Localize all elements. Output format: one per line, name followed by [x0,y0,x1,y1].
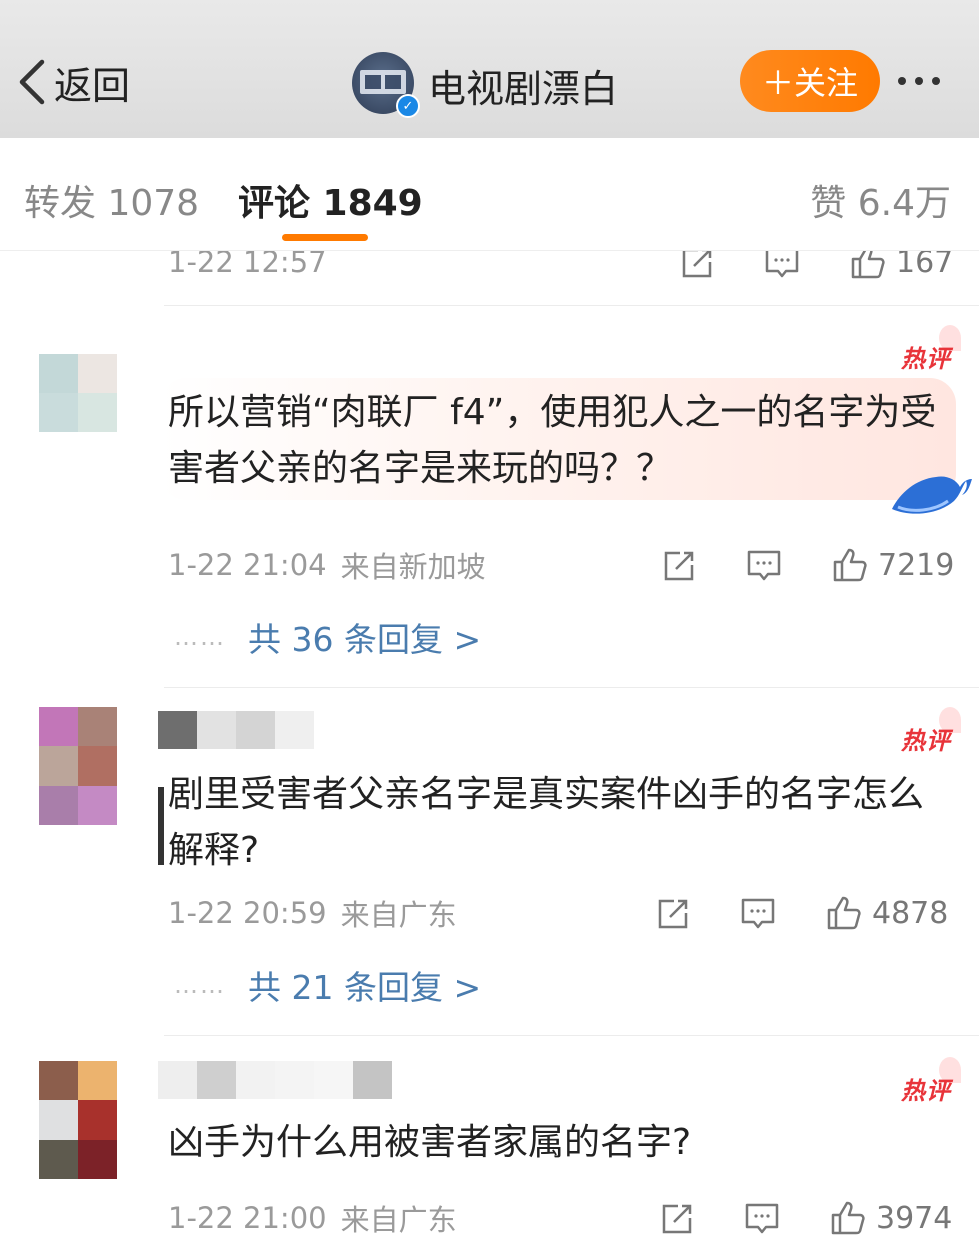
comment-meta: 1-22 21:04 来自新加坡 [168,545,486,585]
share-icon [664,551,694,581]
avatar[interactable] [39,354,117,432]
comment-button[interactable] [744,545,784,585]
share-button[interactable] [676,251,716,282]
tab-comments[interactable]: 评论 1849 [238,174,423,226]
username-redacted [158,711,314,749]
comment-time: 1-22 12:57 [168,251,327,279]
comment-location: 来自广东 [340,1203,457,1237]
more-icon[interactable] [898,66,958,96]
like-count: 3974 [876,1200,953,1236]
verified-icon: ✓ [396,94,420,118]
comment-meta: 1-22 12:57 [168,251,327,282]
back-button[interactable]: 返回 [14,52,130,112]
like-icon [851,251,885,279]
divider [164,1035,979,1036]
comment-location: 来自新加坡 [340,550,486,584]
tab-bar: 转发 1078 评论 1849 赞 6.4万 [0,138,979,251]
comment-icon [745,1203,779,1234]
comment-icon [741,898,775,929]
like-count: 167 [896,251,954,280]
like-button[interactable]: 3974 [828,1198,952,1238]
tab-likes[interactable]: 赞 6.4万 [810,174,951,226]
comment-time: 1-22 20:59 [168,896,327,930]
redaction-bar [158,787,164,865]
comment-button[interactable] [762,251,802,282]
avatar[interactable] [39,707,117,825]
active-tab-indicator [282,234,368,241]
hot-comment-badge: 热评 [901,1057,961,1106]
divider [164,687,979,688]
share-icon [682,251,712,278]
comment-meta: 1-22 21:00 来自广东 [168,1198,457,1238]
comment-text: 凶手为什么用被害者家属的名字? [168,1122,692,1163]
share-button[interactable] [652,893,692,933]
comment-time: 1-22 21:04 [168,548,327,582]
chevron-left-icon [19,59,45,105]
comment-location: 来自广东 [340,898,457,932]
view-replies-link[interactable]: …… 共 21 条回复 > [174,963,481,1007]
like-icon [827,896,861,930]
like-icon [831,1201,865,1235]
share-button[interactable] [658,545,698,585]
comment-text: 剧里受害者父亲名字是真实案件凶手的名字怎么解释? [168,774,925,871]
comment-time: 1-22 21:00 [168,1201,327,1235]
comment-list: 1-22 12:57 167 热评 所以营销“肉联厂 f4”，使用犯人之一的名字… [0,251,979,1259]
replies-link-text: 共 36 条回复 > [248,620,482,659]
share-icon [662,1204,692,1234]
replies-dots: …… [174,971,226,999]
replies-dots: …… [174,623,226,651]
comment-button[interactable] [742,1198,782,1238]
share-icon [658,899,688,929]
replies-link-text: 共 21 条回复 > [248,968,482,1007]
like-button[interactable]: 167 [848,251,953,282]
back-label: 返回 [54,63,131,108]
like-icon [833,548,867,582]
like-button[interactable]: 4878 [824,893,948,933]
top-bar: 返回 ✓ 电视剧漂白 ＋关注 [0,0,979,138]
divider [164,305,979,306]
avatar[interactable] [39,1061,117,1179]
comment-meta: 1-22 20:59 来自广东 [168,893,457,933]
like-count: 7219 [878,547,955,583]
view-replies-link[interactable]: …… 共 36 条回复 > [174,615,481,659]
comment-icon [765,251,799,278]
logo-icon [360,70,406,94]
hot-comment-badge: 热评 [901,707,961,756]
comment-icon [747,550,781,581]
username-redacted [158,1061,392,1099]
like-count: 4878 [872,895,949,931]
share-button[interactable] [656,1198,696,1238]
account-name[interactable]: 电视剧漂白 [428,58,618,113]
like-button[interactable]: 7219 [830,545,954,585]
follow-button[interactable]: ＋关注 [740,50,880,112]
tab-repost[interactable]: 转发 1078 [24,174,199,226]
comment-button[interactable] [738,893,778,933]
comment-text: 所以营销“肉联厂 f4”，使用犯人之一的名字为受害者父亲的名字是来玩的吗？？ [168,392,937,489]
hot-comment-badge: 热评 [901,325,961,374]
